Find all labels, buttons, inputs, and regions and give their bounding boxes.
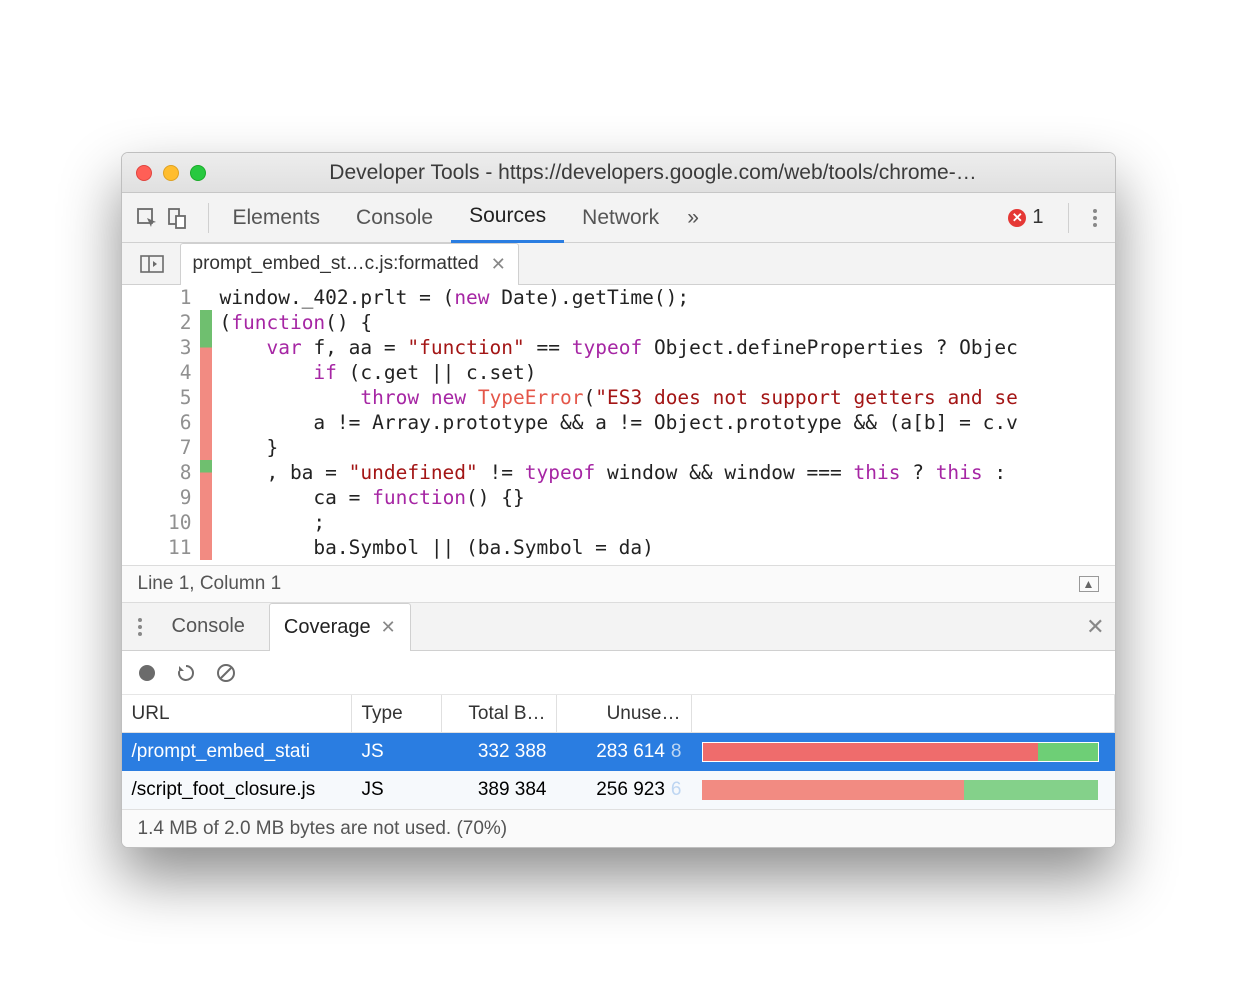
tab-network[interactable]: Network [564,193,677,243]
code-editor[interactable]: 1234567891011 window._402.prlt = (new Da… [122,285,1115,565]
drawer-tab-console[interactable]: Console [158,603,259,651]
close-drawer-tab-icon[interactable]: ✕ [381,617,396,638]
error-count: 1 [1032,206,1043,229]
active-file-tab[interactable]: prompt_embed_st…c.js:formatted ✕ [180,243,519,285]
coverage-row[interactable]: /script_foot_closure.jsJS389 384256 9236 [122,771,1115,809]
coverage-summary: 1.4 MB of 2.0 MB bytes are not used. (70… [122,809,1115,847]
col-unused-bytes[interactable]: Unuse… [557,695,692,732]
clear-icon[interactable] [216,663,236,683]
traffic-lights [136,165,206,181]
editor-statusbar: Line 1, Column 1 ▲ [122,565,1115,603]
coverage-toolbar [122,651,1115,695]
col-url[interactable]: URL [122,695,352,732]
tab-elements[interactable]: Elements [215,193,339,243]
drawer-tab-coverage[interactable]: Coverage ✕ [269,603,411,651]
col-type[interactable]: Type [352,695,442,732]
reload-icon[interactable] [176,663,196,683]
tab-console[interactable]: Console [338,193,451,243]
titlebar: Developer Tools - https://developers.goo… [122,153,1115,193]
navigator-toggle-icon[interactable] [130,248,174,280]
file-tab-bar: prompt_embed_st…c.js:formatted ✕ [122,243,1115,285]
code-area[interactable]: window._402.prlt = (new Date).getTime();… [212,285,1115,565]
main-toolbar: Elements Console Sources Network » ✕ 1 [122,193,1115,243]
device-toggle-icon[interactable] [166,207,188,229]
collapse-drawer-icon[interactable]: ▲ [1079,576,1099,592]
close-window-button[interactable] [136,165,152,181]
tabs-overflow-icon[interactable]: » [677,193,709,243]
maximize-window-button[interactable] [190,165,206,181]
window-title: Developer Tools - https://developers.goo… [206,161,1101,185]
error-icon: ✕ [1008,209,1026,227]
drawer-menu-icon[interactable] [138,618,142,636]
error-indicator[interactable]: ✕ 1 [1008,206,1043,229]
cursor-position: Line 1, Column 1 [138,573,282,595]
coverage-row[interactable]: /prompt_embed_statiJS332 388283 6148 [122,733,1115,771]
col-total-bytes[interactable]: Total B… [442,695,557,732]
tab-sources[interactable]: Sources [451,193,564,243]
file-tab-label: prompt_embed_st…c.js:formatted [193,253,479,275]
drawer-tabs: Console Coverage ✕ ✕ [122,603,1115,651]
record-icon[interactable] [138,664,156,682]
line-number-gutter: 1234567891011 [122,285,200,565]
panel-tabs: Elements Console Sources Network » [215,193,1009,243]
close-file-tab-icon[interactable]: ✕ [491,254,506,275]
coverage-gutter [200,285,212,565]
coverage-table: URL Type Total B… Unuse… /prompt_embed_s… [122,695,1115,809]
settings-menu-icon[interactable] [1093,209,1097,227]
close-drawer-icon[interactable]: ✕ [1086,614,1104,640]
coverage-table-header: URL Type Total B… Unuse… [122,695,1115,733]
devtools-window: Developer Tools - https://developers.goo… [121,152,1116,848]
inspect-element-icon[interactable] [136,207,158,229]
minimize-window-button[interactable] [163,165,179,181]
